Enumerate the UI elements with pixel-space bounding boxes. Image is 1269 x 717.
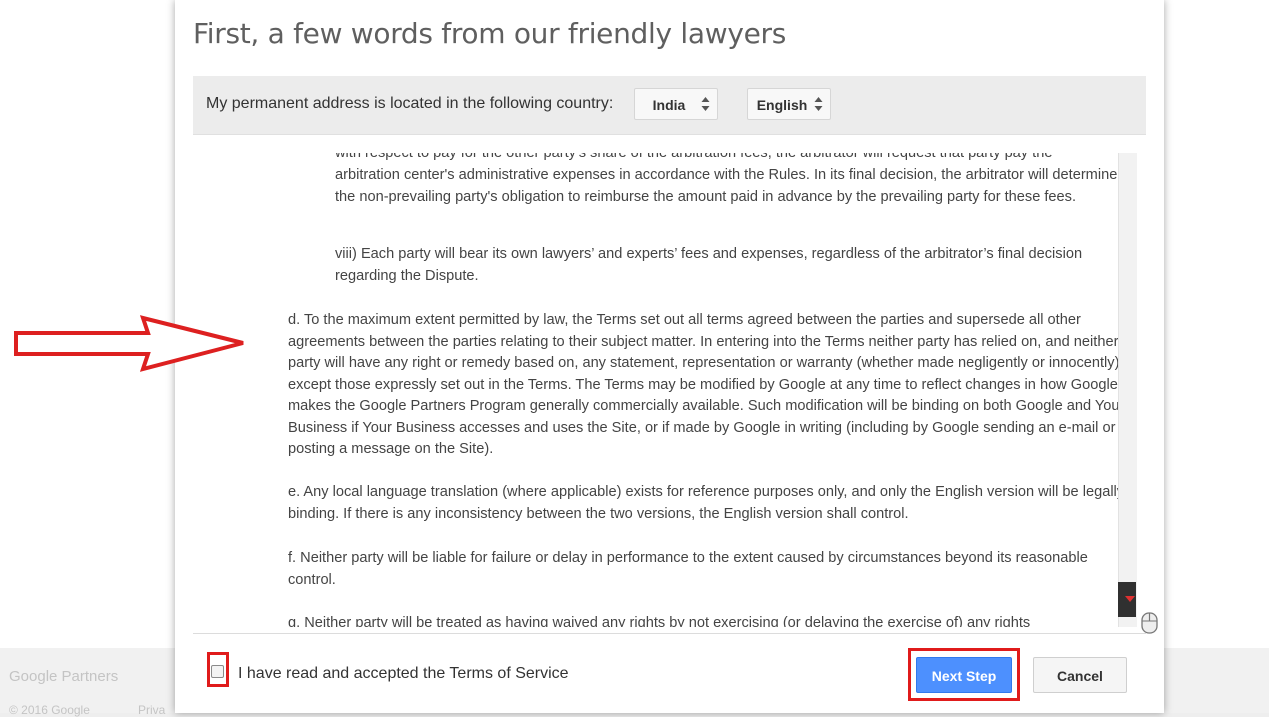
terms-e-paragraph: e. Any local language translation (where… [288, 484, 1125, 522]
terms-text-area[interactable]: with respect to pay for the other party'… [193, 153, 1137, 627]
next-step-button[interactable]: Next Step [916, 657, 1012, 693]
language-select[interactable]: English [747, 88, 831, 120]
country-bar: My permanent address is located in the f… [193, 76, 1146, 135]
terms-dialog: First, a few words from our friendly law… [175, 0, 1164, 713]
background-privacy-link[interactable]: Priva [138, 703, 165, 717]
terms-g-paragraph: g. Neither party will be treated as havi… [288, 615, 1031, 627]
terms-d-paragraph: d. To the maximum extent permitted by la… [288, 312, 1125, 457]
terms-viii-paragraph: viii) Each party will bear its own lawye… [335, 246, 1083, 284]
background-copyright: © 2016 Google [9, 703, 90, 717]
terms-fees-paragraph: arbitration center's administrative expe… [335, 167, 1118, 205]
accept-terms-label[interactable]: I have read and accepted the Terms of Se… [238, 665, 569, 683]
dialog-title: First, a few words from our friendly law… [193, 17, 787, 50]
country-select[interactable]: India [634, 88, 718, 120]
select-arrows-icon [701, 97, 710, 111]
terms-cut-line: with respect to pay for the other party'… [335, 153, 1053, 161]
scroll-down-arrow-icon[interactable] [1125, 596, 1135, 602]
cancel-button[interactable]: Cancel [1033, 657, 1127, 693]
country-label: My permanent address is located in the f… [206, 95, 614, 112]
select-arrows-icon [814, 97, 823, 111]
footer-divider [193, 633, 1146, 634]
terms-f-paragraph: f. Neither party will be liable for fail… [288, 550, 1088, 588]
background-brand: Google Partners [9, 668, 119, 685]
accept-terms-checkbox[interactable] [211, 665, 224, 678]
terms-scrollbar[interactable] [1118, 153, 1137, 627]
annotation-arrow-icon [14, 315, 244, 372]
mouse-icon [1141, 612, 1158, 634]
